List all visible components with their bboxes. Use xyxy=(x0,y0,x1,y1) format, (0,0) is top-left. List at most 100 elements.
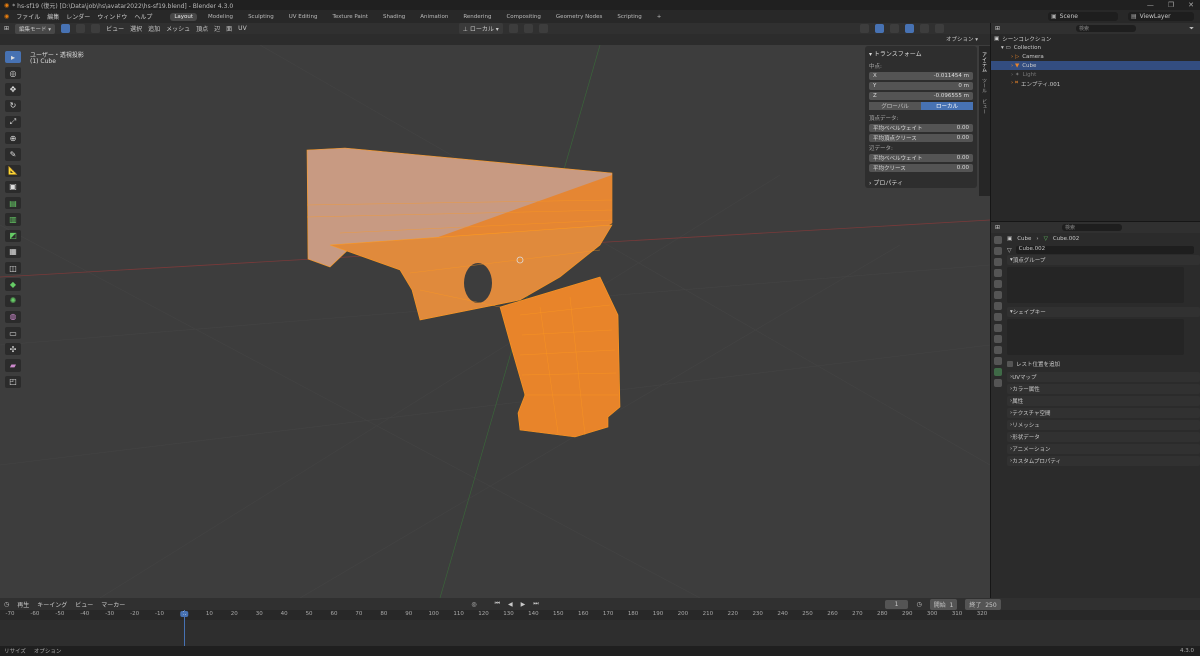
timeline-body[interactable] xyxy=(0,610,1200,646)
bevel-tool-icon[interactable]: ◩ xyxy=(5,229,21,242)
outliner-root[interactable]: ▣ シーンコレクション xyxy=(991,34,1200,43)
median-x-field[interactable]: X -0.011454 m xyxy=(869,72,973,80)
pistol-mesh[interactable] xyxy=(306,147,621,438)
tab-item[interactable]: アイテム xyxy=(981,52,988,72)
tab-rendering[interactable]: Rendering xyxy=(459,13,495,21)
3d-viewport[interactable]: ユーザー・透視投影 (1) Cube xyxy=(0,45,990,598)
outliner-item-camera[interactable]: › ▷ Camera xyxy=(991,52,1200,61)
vertex-crease-field[interactable]: 平均頂点クリース 0.00 xyxy=(869,134,973,142)
play-reverse-icon[interactable]: ◀ xyxy=(508,601,513,608)
tab-compositing[interactable]: Compositing xyxy=(502,13,544,21)
menu-face[interactable]: 面 xyxy=(226,24,232,33)
object-tab-icon[interactable] xyxy=(994,313,1002,321)
menu-edge[interactable]: 辺 xyxy=(214,24,220,33)
shape-keys-list[interactable] xyxy=(1007,319,1184,355)
particles-tab-icon[interactable] xyxy=(994,335,1002,343)
menu-file[interactable]: ファイル xyxy=(16,12,40,21)
local-button[interactable]: ローカル xyxy=(921,102,973,110)
maximize-button[interactable]: ❐ xyxy=(1168,1,1174,9)
section-uv-maps[interactable]: › UVマップ xyxy=(1007,372,1200,382)
face-select-icon[interactable] xyxy=(91,24,101,33)
menu-keying[interactable]: キーイング xyxy=(37,600,67,609)
end-frame-field[interactable]: 終了 250 xyxy=(965,598,1001,610)
view-layer-tab-icon[interactable] xyxy=(994,269,1002,277)
section-remesh[interactable]: › リメッシュ xyxy=(1007,420,1200,430)
outliner-item-collection[interactable]: ▾ ▭ Collection xyxy=(991,43,1200,52)
vertex-groups-header[interactable]: ▾ 頂点グループ xyxy=(1007,255,1200,265)
loop-cut-tool-icon[interactable]: ▦ xyxy=(5,245,21,259)
tab-sculpting[interactable]: Sculpting xyxy=(244,13,278,21)
timeline-ruler[interactable]: -70 -60 -50 -40 -30 -20 -10 110 20 30 40 50 60 70 80 90… xyxy=(0,610,1200,620)
shading-solid-icon[interactable] xyxy=(904,24,914,33)
viewport-canvas[interactable] xyxy=(0,45,990,598)
play-icon[interactable]: ▶ xyxy=(521,601,526,608)
orientation-selector[interactable]: ⊥ ローカル ▾ xyxy=(458,23,503,34)
outliner-search[interactable]: 検索 xyxy=(1076,25,1137,32)
output-tab-icon[interactable] xyxy=(994,258,1002,266)
playhead[interactable] xyxy=(184,610,185,646)
add-cube-tool-icon[interactable]: ▣ xyxy=(5,180,21,194)
edge-bevel-field[interactable]: 平均ベベルウェイト 0.00 xyxy=(869,154,973,162)
section-animation[interactable]: › アニメーション xyxy=(1007,444,1200,454)
menu-help[interactable]: ヘルプ xyxy=(134,12,152,21)
menu-view[interactable]: ビュー xyxy=(106,24,124,33)
properties-editor-icon[interactable]: ⊞ xyxy=(995,224,1000,231)
vertex-select-icon[interactable] xyxy=(61,24,71,33)
auto-key-icon[interactable]: ◎ xyxy=(471,601,476,608)
modifier-tab-icon[interactable] xyxy=(994,324,1002,332)
snap-icon[interactable] xyxy=(523,24,533,33)
section-color-attributes[interactable]: › カラー属性 xyxy=(1007,384,1200,394)
constraints-tab-icon[interactable] xyxy=(994,357,1002,365)
world-tab-icon[interactable] xyxy=(994,291,1002,299)
overlay-icon[interactable] xyxy=(859,24,869,33)
tab-animation[interactable]: Animation xyxy=(416,13,452,21)
current-frame-field[interactable]: 1 xyxy=(884,599,909,609)
menu-vertex[interactable]: 頂点 xyxy=(196,24,208,33)
edge-select-icon[interactable] xyxy=(76,24,86,33)
extrude-tool-icon[interactable]: ▤ xyxy=(5,197,21,210)
tab-modeling[interactable]: Modeling xyxy=(204,13,237,21)
tab-uv-editing[interactable]: UV Editing xyxy=(285,13,322,21)
xray-icon[interactable] xyxy=(874,24,884,33)
tab-tool[interactable]: ツール xyxy=(981,78,988,93)
knife-tool-icon[interactable]: ◫ xyxy=(5,262,21,275)
shape-keys-header[interactable]: ▾ シェイプキー xyxy=(1007,307,1200,317)
tab-view[interactable]: ビュー xyxy=(981,99,988,114)
properties-search[interactable]: 検索 xyxy=(1062,224,1123,231)
proportional-edit-icon[interactable] xyxy=(538,24,548,33)
section-texture-space[interactable]: › テクスチャ空間 xyxy=(1007,408,1200,418)
annotate-tool-icon[interactable]: ✎ xyxy=(5,148,21,161)
median-y-field[interactable]: Y0 m xyxy=(869,82,973,90)
collection-tab-icon[interactable] xyxy=(994,302,1002,310)
section-geometry-data[interactable]: › 形状データ xyxy=(1007,432,1200,442)
start-frame-field[interactable]: 開始 1 xyxy=(929,598,958,610)
section-attributes[interactable]: › 属性 xyxy=(1007,396,1200,406)
shading-rendered-icon[interactable] xyxy=(934,24,944,33)
menu-edit[interactable]: 編集 xyxy=(47,12,59,21)
options-button[interactable]: オプション ▾ xyxy=(946,35,978,43)
mesh-data-tab-icon[interactable] xyxy=(994,368,1002,376)
menu-marker[interactable]: マーカー xyxy=(101,600,125,609)
scene-tab-icon[interactable] xyxy=(994,280,1002,288)
edge-crease-field[interactable]: 平均クリース 0.00 xyxy=(869,164,973,172)
scene-selector[interactable]: ▣ Scene xyxy=(1048,12,1118,21)
pivot-icon[interactable] xyxy=(508,24,518,33)
filter-icon[interactable]: ⏷ xyxy=(1189,25,1194,33)
shading-material-icon[interactable] xyxy=(919,24,929,33)
shading-wireframe-icon[interactable] xyxy=(889,24,899,33)
timeline-editor-icon[interactable]: ◷ xyxy=(4,601,9,608)
scale-tool-icon[interactable]: ⤢ xyxy=(5,115,21,129)
mode-selector[interactable]: 編集モード ▾ xyxy=(15,23,56,34)
shrink-tool-icon[interactable]: ✣ xyxy=(5,343,21,356)
outliner-item-empty[interactable]: › ⌗ エンプティ.001 xyxy=(991,79,1200,88)
select-box-tool-icon[interactable]: ▸ xyxy=(5,51,21,64)
minimize-button[interactable]: — xyxy=(1147,1,1154,9)
outliner-item-light[interactable]: › ✦ Light xyxy=(991,70,1200,79)
add-workspace-icon[interactable]: + xyxy=(653,13,666,21)
edge-slide-tool-icon[interactable]: ▭ xyxy=(5,326,21,340)
material-tab-icon[interactable] xyxy=(994,379,1002,387)
transform-header[interactable]: ▾ トランスフォーム xyxy=(869,49,973,58)
menu-playback[interactable]: 再生 xyxy=(17,600,29,609)
tab-texture-paint[interactable]: Texture Paint xyxy=(328,13,372,21)
poly-build-tool-icon[interactable]: ◆ xyxy=(5,278,21,291)
